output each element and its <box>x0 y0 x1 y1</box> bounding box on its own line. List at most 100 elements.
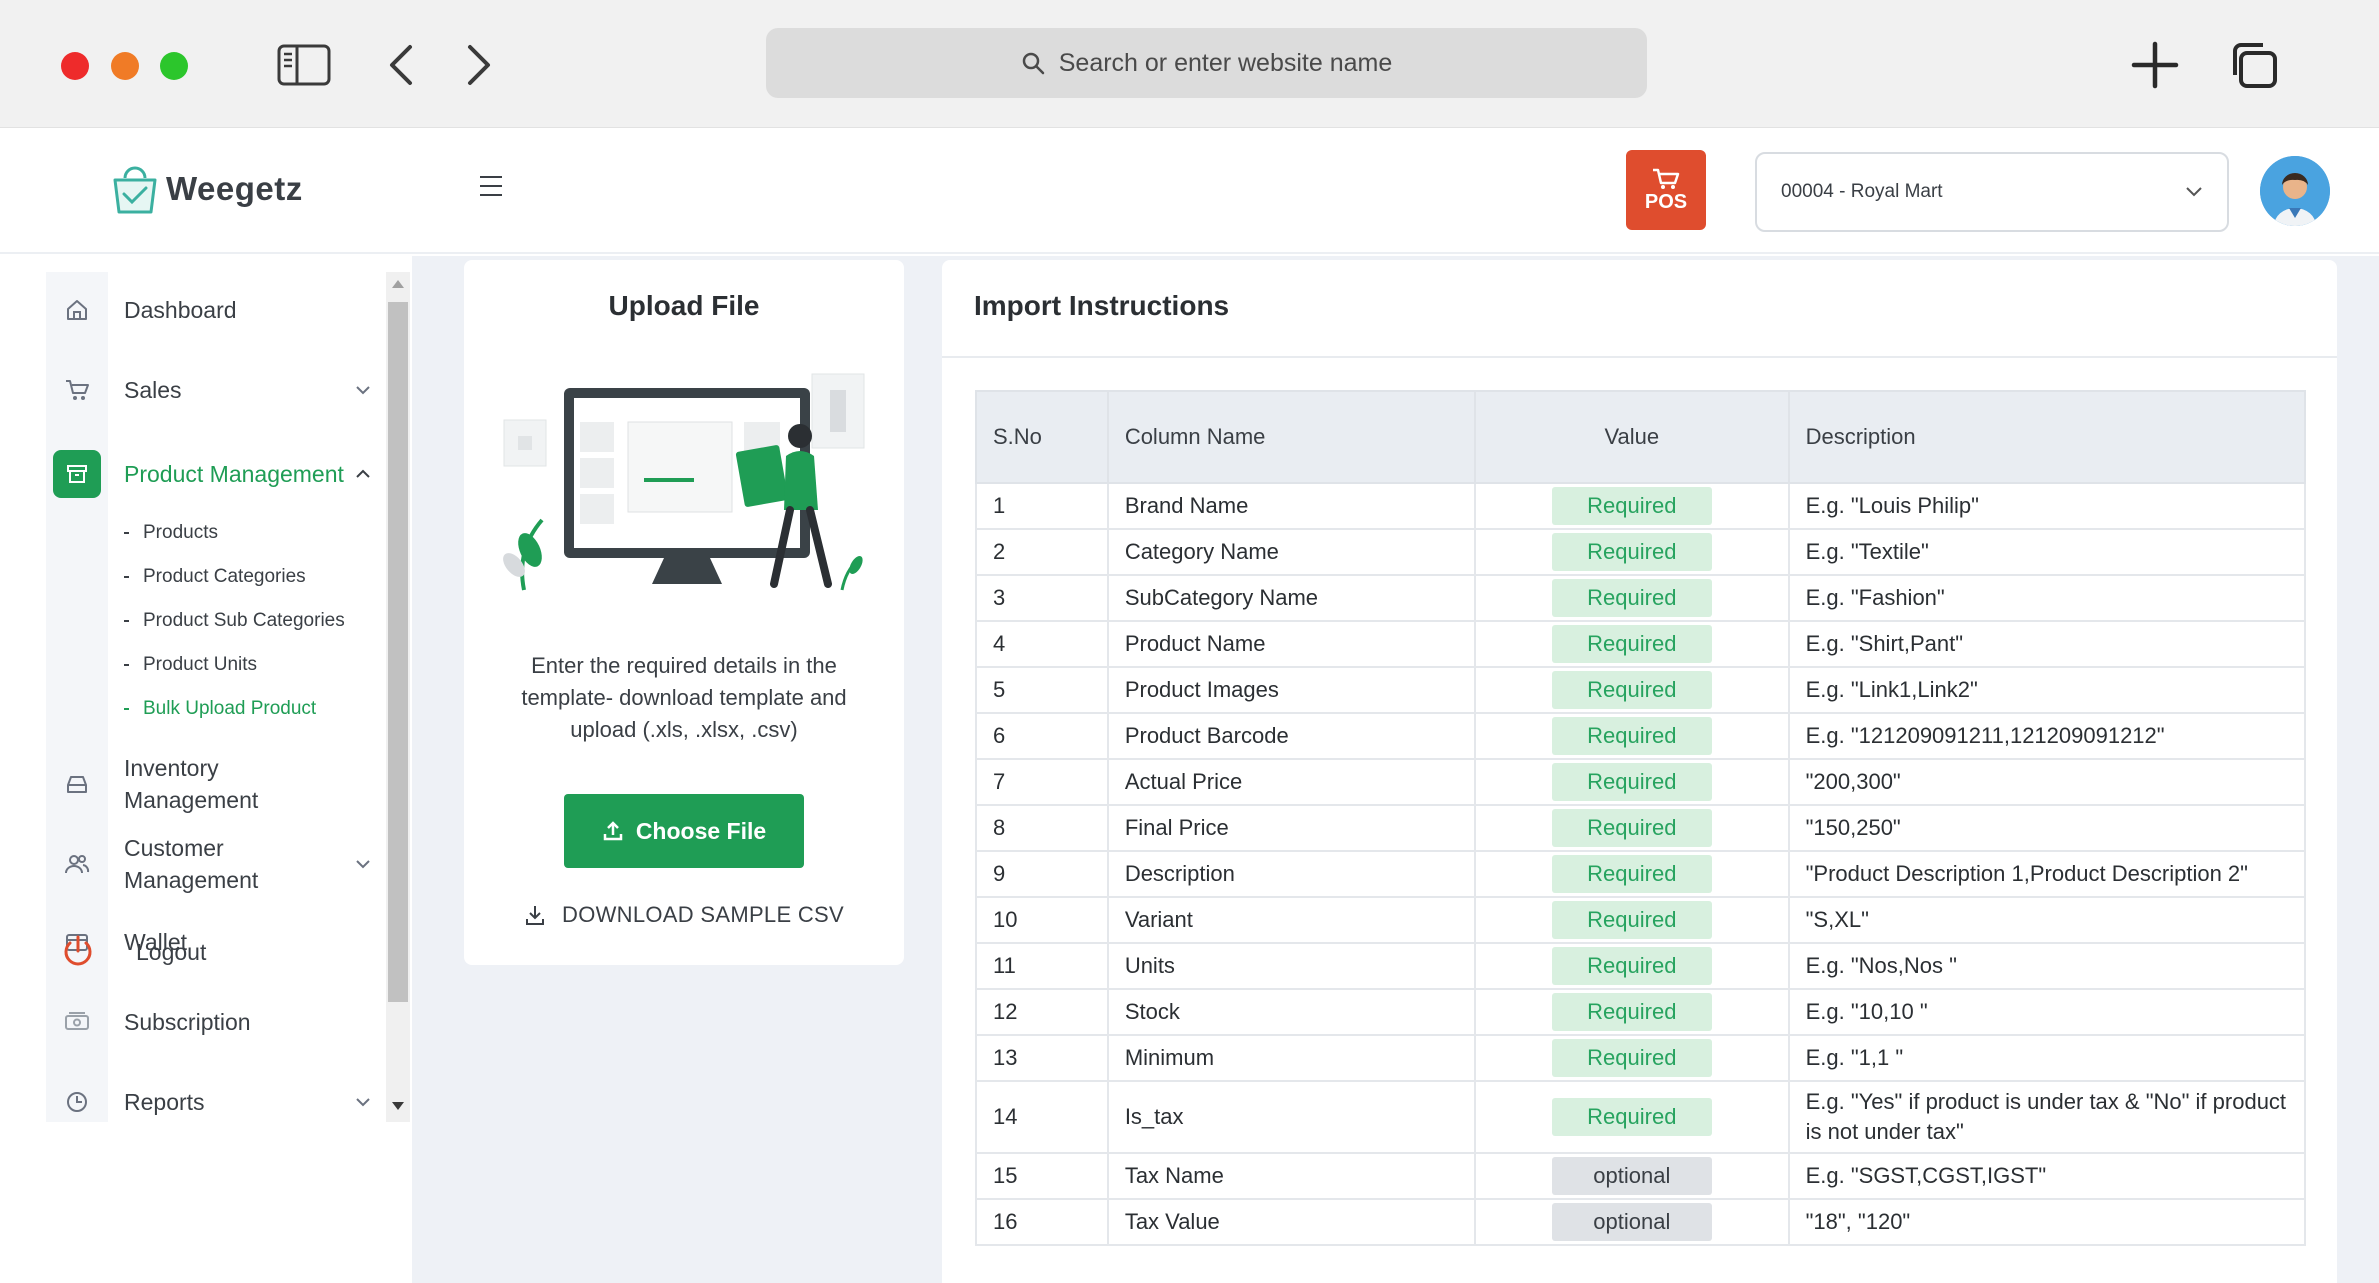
close-window-button[interactable] <box>61 52 89 80</box>
cell-value: optional <box>1474 1152 1790 1200</box>
subscription-icon <box>65 1012 89 1030</box>
table-header-row: S.No Column Name Value Description <box>975 390 2307 484</box>
brand-logo[interactable]: Weegetz <box>110 162 303 216</box>
sidebar-item-subscription[interactable]: Subscription <box>46 1006 371 1038</box>
required-badge: Required <box>1551 487 1712 525</box>
cell-column-name: Product Name <box>1106 620 1477 668</box>
cell-column-name: Is_tax <box>1106 1080 1477 1154</box>
cell-sno: 14 <box>975 1080 1109 1154</box>
user-avatar[interactable] <box>2260 156 2330 226</box>
power-icon <box>64 935 92 966</box>
cell-value: Required <box>1474 712 1790 760</box>
sidebar-item-inventory-management[interactable]: Inventory Management <box>46 752 371 816</box>
table-row: 8 Final Price Required "150,250" <box>975 804 2307 852</box>
logout-button[interactable]: Logout <box>60 934 206 970</box>
required-badge: Required <box>1551 579 1712 617</box>
table-row: 10 Variant Required "S,XL" <box>975 896 2307 944</box>
sidebar-item-reports[interactable]: Reports <box>46 1086 371 1118</box>
column-header-value: Value <box>1474 390 1790 484</box>
sub-item-product-units[interactable]: Product Units <box>124 654 257 676</box>
cell-value: Required <box>1474 574 1790 622</box>
store-select[interactable]: 00004 - Royal Mart <box>1755 152 2229 232</box>
sidebar-scrollbar[interactable] <box>386 272 410 1122</box>
cell-sno: 10 <box>975 896 1109 944</box>
sidebar-nav: Dashboard Sales Product Management Produ… <box>46 272 371 1122</box>
cell-sno: 5 <box>975 666 1109 714</box>
sidebar-item-label: Product Management <box>124 461 344 487</box>
clock-icon <box>67 1092 87 1112</box>
required-badge: Required <box>1551 809 1712 847</box>
sidebar-item-customer-management[interactable]: Customer Management <box>46 832 371 896</box>
new-tab-icon[interactable] <box>2130 40 2180 90</box>
cell-sno: 8 <box>975 804 1109 852</box>
scroll-up-arrow-icon[interactable] <box>392 280 404 288</box>
divider <box>942 356 2337 358</box>
menu-toggle-icon[interactable] <box>480 176 502 196</box>
cell-column-name: Brand Name <box>1106 482 1477 530</box>
cell-sno: 2 <box>975 528 1109 576</box>
required-badge: Required <box>1551 993 1712 1031</box>
cell-column-name: SubCategory Name <box>1106 574 1477 622</box>
sub-item-product-sub-categories[interactable]: Product Sub Categories <box>124 610 345 632</box>
optional-badge: optional <box>1551 1203 1712 1241</box>
chevron-down-icon <box>356 1098 370 1107</box>
required-badge: Required <box>1551 1039 1712 1077</box>
cell-column-name: Units <box>1106 942 1477 990</box>
sub-item-bulk-upload-product[interactable]: Bulk Upload Product <box>124 698 316 720</box>
sidebar-item-sales[interactable]: Sales <box>46 374 371 406</box>
cell-value: optional <box>1474 1198 1790 1246</box>
home-icon <box>67 300 87 320</box>
cell-description: "S,XL" <box>1787 896 2307 944</box>
sidebar-item-label: Dashboard <box>124 297 237 323</box>
sidebar-item-label: Reports <box>124 1089 205 1115</box>
cell-description: "Product Description 1,Product Descripti… <box>1787 850 2307 898</box>
required-badge: Required <box>1551 717 1712 755</box>
shopping-bag-logo-icon <box>113 166 157 214</box>
required-badge: Required <box>1551 947 1712 985</box>
browser-chrome: Search or enter website name <box>0 0 2379 128</box>
logout-label: Logout <box>136 938 207 965</box>
upload-title: Upload File <box>608 290 760 321</box>
sidebar-item-label: Inventory Management <box>124 755 259 813</box>
address-bar[interactable]: Search or enter website name <box>766 28 1647 98</box>
sidebar-item-product-management[interactable]: Product Management <box>46 450 371 498</box>
sidebar-item-dashboard[interactable]: Dashboard <box>46 294 371 326</box>
cell-description: E.g. "1,1 " <box>1787 1034 2307 1082</box>
table-row: 11 Units Required E.g. "Nos,Nos " <box>975 942 2307 990</box>
sub-item-product-categories[interactable]: Product Categories <box>124 566 306 588</box>
table-row: 2 Category Name Required E.g. "Textile" <box>975 528 2307 576</box>
download-sample-csv-link[interactable]: DOWNLOAD SAMPLE CSV <box>464 902 904 928</box>
chevron-down-icon <box>356 386 370 395</box>
instructions-table: S.No Column Name Value Description 1 Bran… <box>975 390 2307 1246</box>
cell-value: Required <box>1474 528 1790 576</box>
cell-description: "200,300" <box>1787 758 2307 806</box>
maximize-window-button[interactable] <box>160 52 188 80</box>
forward-icon[interactable] <box>464 40 494 90</box>
sidebar-toggle-icon[interactable] <box>276 40 332 90</box>
cell-value: Required <box>1474 804 1790 852</box>
optional-badge: optional <box>1551 1157 1712 1195</box>
minimize-window-button[interactable] <box>111 52 139 80</box>
column-header-description: Description <box>1787 390 2307 484</box>
cell-sno: 6 <box>975 712 1109 760</box>
sidebar-item-label: Subscription <box>124 1009 251 1035</box>
cell-description: "18", "120" <box>1787 1198 2307 1246</box>
scroll-down-arrow-icon[interactable] <box>392 1102 404 1110</box>
table-row: 14 Is_tax Required E.g. "Yes" if product is… <box>975 1080 2307 1154</box>
choose-file-button[interactable]: Choose File <box>564 794 804 868</box>
cell-sno: 12 <box>975 988 1109 1036</box>
back-icon[interactable] <box>386 40 416 90</box>
pos-button[interactable]: POS <box>1626 150 1706 230</box>
required-badge: Required <box>1551 671 1712 709</box>
cell-sno: 11 <box>975 942 1109 990</box>
inbox-icon <box>67 776 87 793</box>
scroll-thumb[interactable] <box>388 302 408 1002</box>
cell-value: Required <box>1474 896 1790 944</box>
cell-column-name: Actual Price <box>1106 758 1477 806</box>
chevron-down-icon <box>2186 187 2202 197</box>
tabs-overview-icon[interactable] <box>2228 40 2280 90</box>
cell-sno: 7 <box>975 758 1109 806</box>
cell-value: Required <box>1474 988 1790 1036</box>
instructions-table-body: 1 Brand Name Required E.g. "Louis Philip" 2 C… <box>975 482 2307 1246</box>
sub-item-products[interactable]: Products <box>124 522 218 544</box>
